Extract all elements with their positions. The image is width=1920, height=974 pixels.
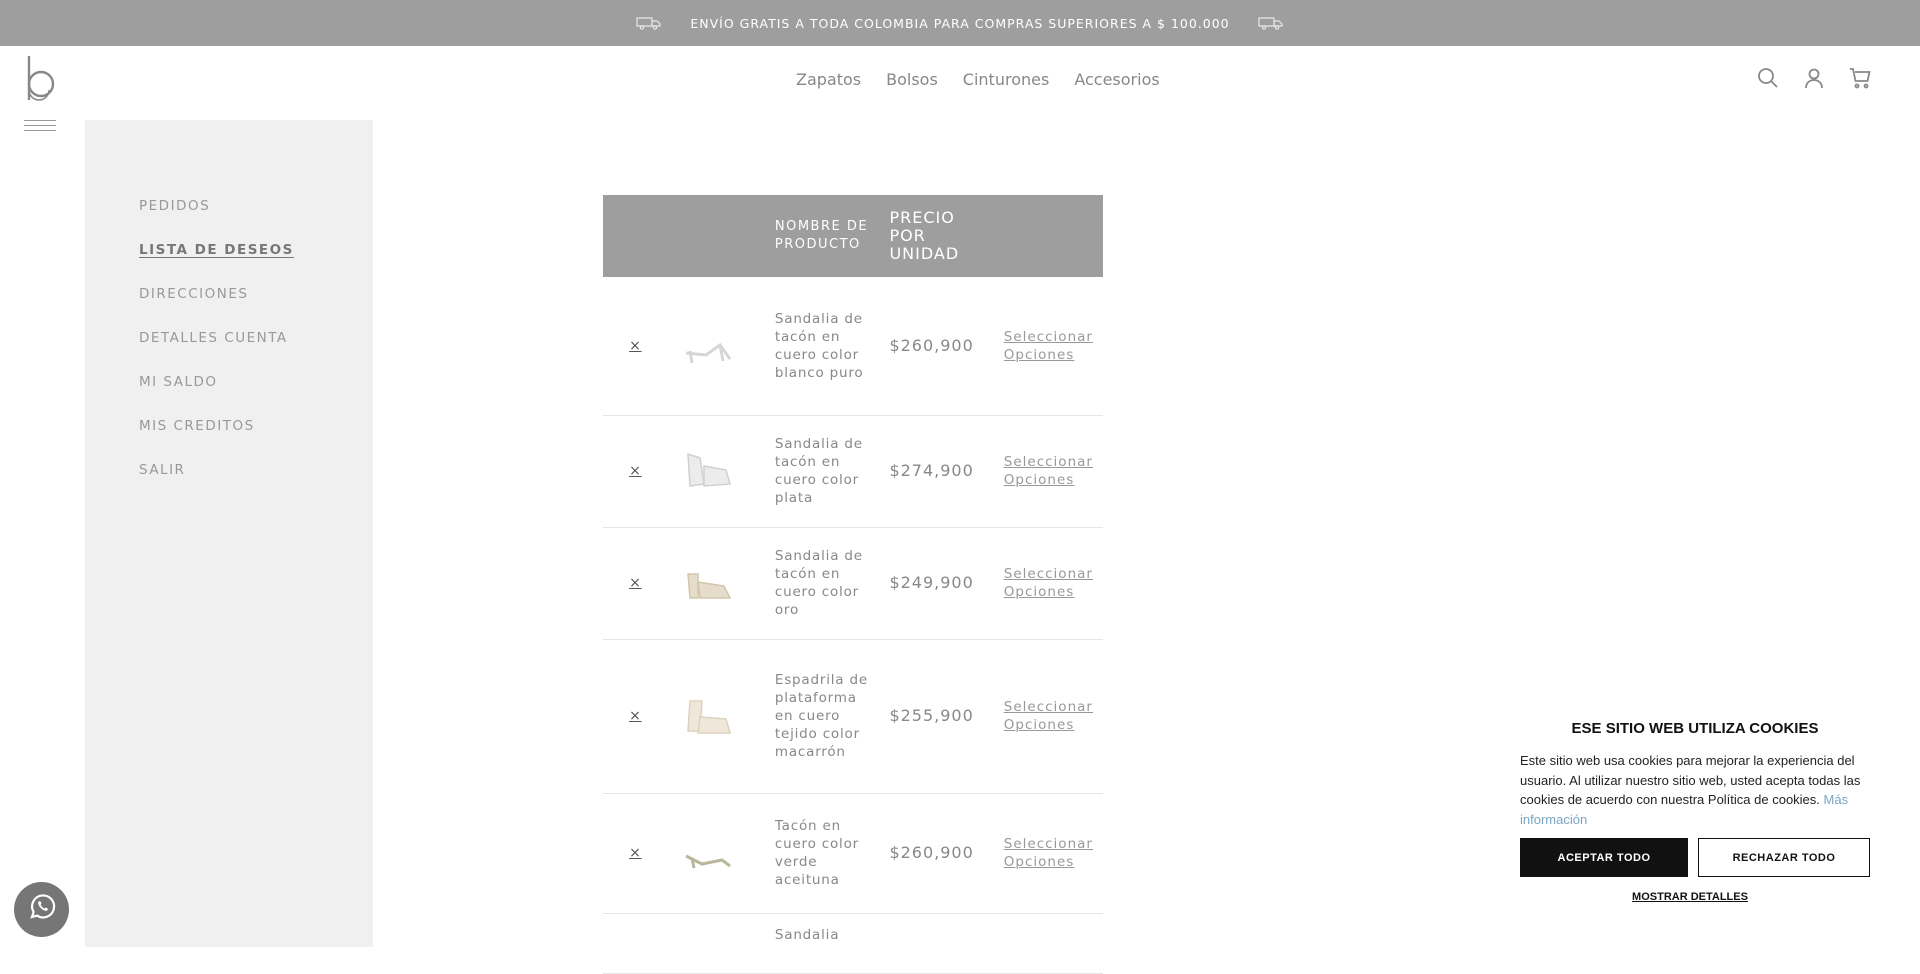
product-thumbnail[interactable] — [678, 691, 738, 741]
nav-item-zapatos[interactable]: Zapatos — [796, 70, 861, 89]
wishlist-table-wrapper: NOMBRE DE PRODUCTO PRECIO POR UNIDAD × S… — [603, 195, 1103, 974]
table-row: × Sandalia de tacón en cuero color plata… — [603, 415, 1103, 528]
promo-text: ENVÍO GRATIS A TODA COLOMBIA PARA COMPRA… — [690, 15, 1230, 31]
hamburger-menu-icon[interactable] — [24, 120, 56, 134]
product-thumbnail[interactable] — [678, 446, 738, 496]
cookie-buttons: ACEPTAR TODO RECHAZAR TODO — [1520, 838, 1870, 877]
product-price: $260,900 — [879, 793, 994, 914]
table-row: × Espadrila de plataforma en cuero tejid… — [603, 639, 1103, 794]
header-thumbnail — [667, 195, 765, 277]
product-name: Sandalia de tacón en cuero color plata — [764, 415, 880, 528]
remove-item-button[interactable]: × — [629, 338, 642, 354]
remove-item-button[interactable]: × — [629, 845, 642, 861]
table-row: × Sandalia de tacón en cuero color blanc… — [603, 277, 1103, 416]
select-options-link[interactable]: Seleccionar Opciones — [1004, 566, 1093, 600]
select-options-link[interactable]: Seleccionar Opciones — [1004, 329, 1093, 363]
remove-item-button[interactable]: × — [629, 463, 642, 479]
select-options-link[interactable]: Seleccionar Opciones — [1004, 454, 1093, 488]
product-name: Sandalia — [764, 913, 880, 974]
sidebar-item-lista-de-deseos[interactable]: LISTA DE DESEOS — [139, 242, 373, 286]
cookie-consent-banner: ESE SITIO WEB UTILIZA COOKIES Este sitio… — [1500, 700, 1890, 920]
table-row: × Tacón en cuero color verde aceituna $2… — [603, 793, 1103, 914]
product-thumbnail[interactable] — [678, 321, 738, 371]
wishlist-table: NOMBRE DE PRODUCTO PRECIO POR UNIDAD × S… — [603, 195, 1103, 974]
truck-icon — [1258, 15, 1284, 31]
header-actions — [1756, 66, 1872, 90]
product-name: Sandalia de tacón en cuero color oro — [764, 527, 880, 640]
accept-all-button[interactable]: ACEPTAR TODO — [1520, 838, 1689, 877]
select-options-link[interactable]: Seleccionar Opciones — [1004, 699, 1093, 733]
product-price: $249,900 — [879, 527, 994, 640]
whatsapp-icon — [26, 891, 58, 928]
cookie-text: Este sitio web usa cookies para mejorar … — [1520, 751, 1870, 829]
product-price: $260,900 — [879, 277, 994, 416]
table-header-row: NOMBRE DE PRODUCTO PRECIO POR UNIDAD — [603, 195, 1103, 277]
product-price: $274,900 — [879, 415, 994, 528]
product-name: Tacón en cuero color verde aceituna — [764, 793, 880, 914]
product-price: $255,900 — [879, 639, 994, 794]
product-thumbnail[interactable] — [678, 828, 738, 878]
sidebar-item-mis-creditos[interactable]: MIS CREDITOS — [139, 418, 373, 462]
header-product-name: NOMBRE DE PRODUCTO — [764, 195, 880, 277]
search-icon[interactable] — [1756, 66, 1780, 90]
account-sidebar: PEDIDOS LISTA DE DESEOS DIRECCIONES DETA… — [85, 120, 373, 947]
cookie-title: ESE SITIO WEB UTILIZA COOKIES — [1571, 720, 1819, 737]
brand-logo[interactable] — [24, 54, 56, 106]
select-options-link[interactable]: Seleccionar Opciones — [1004, 836, 1093, 870]
sidebar-item-direcciones[interactable]: DIRECCIONES — [139, 286, 373, 330]
header-unit-price: PRECIO POR UNIDAD — [879, 195, 994, 277]
product-thumbnail[interactable] — [678, 558, 738, 608]
promo-bar: ENVÍO GRATIS A TODA COLOMBIA PARA COMPRA… — [0, 0, 1920, 46]
product-name: Espadrila de plataforma en cuero tejido … — [764, 639, 880, 794]
nav-item-cinturones[interactable]: Cinturones — [963, 70, 1050, 89]
cart-icon[interactable] — [1848, 66, 1872, 90]
nav-item-accesorios[interactable]: Accesorios — [1074, 70, 1159, 89]
reject-all-button[interactable]: RECHAZAR TODO — [1698, 838, 1870, 877]
sidebar-item-pedidos[interactable]: PEDIDOS — [139, 198, 373, 242]
cookie-body: Este sitio web usa cookies para mejorar … — [1520, 753, 1861, 807]
header-remove — [603, 195, 668, 277]
table-row: Sandalia — [603, 913, 1103, 974]
product-name: Sandalia de tacón en cuero color blanco … — [764, 277, 880, 416]
user-icon[interactable] — [1802, 66, 1826, 90]
truck-icon — [636, 15, 662, 31]
sidebar-item-detalles-cuenta[interactable]: DETALLES CUENTA — [139, 330, 373, 374]
site-header: Zapatos Bolsos Cinturones Accesorios — [0, 46, 1920, 131]
nav-item-bolsos[interactable]: Bolsos — [886, 70, 938, 89]
main-nav: Zapatos Bolsos Cinturones Accesorios — [796, 70, 1160, 89]
sidebar-item-mi-saldo[interactable]: MI SALDO — [139, 374, 373, 418]
table-row: × Sandalia de tacón en cuero color oro $… — [603, 527, 1103, 640]
show-details-link[interactable]: MOSTRAR DETALLES — [1520, 891, 1870, 903]
whatsapp-button[interactable] — [14, 882, 69, 937]
remove-item-button[interactable]: × — [629, 575, 642, 591]
remove-item-button[interactable]: × — [629, 708, 642, 724]
sidebar-item-salir[interactable]: SALIR — [139, 462, 373, 506]
header-action — [993, 195, 1103, 277]
